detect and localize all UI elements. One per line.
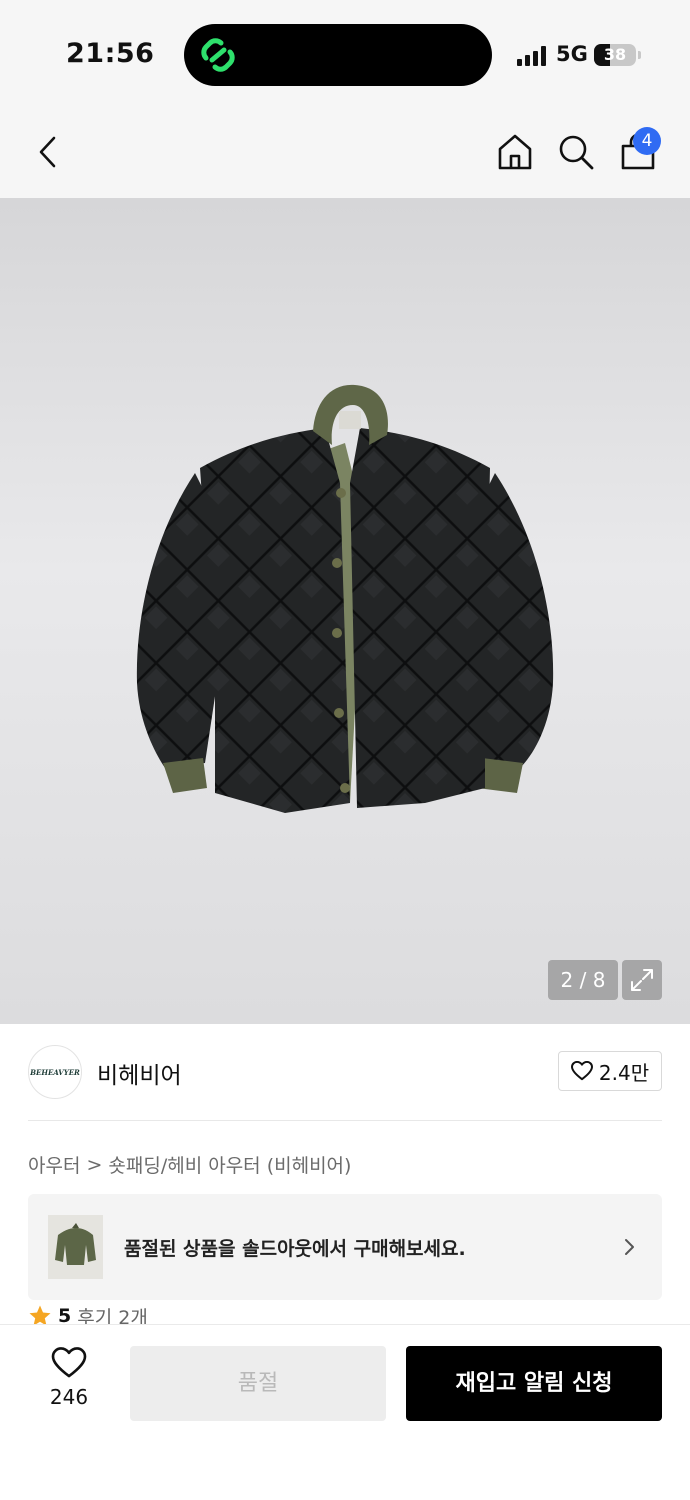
top-navigation xyxy=(0,110,690,198)
banner-text: 품절된 상품을 솔드아웃에서 구매해보세요. xyxy=(124,1238,466,1260)
signal-icon xyxy=(517,46,546,66)
breadcrumb: 아우터 > 숏패딩/헤비 아우터 (비헤비어) xyxy=(28,1151,351,1178)
heart-icon xyxy=(570,1061,593,1081)
heart-outline-icon xyxy=(51,1347,87,1378)
battery-percent: 38 xyxy=(603,45,627,64)
brand-name[interactable]: 비헤비어 xyxy=(97,1056,182,1090)
soldout-banner[interactable]: 품절된 상품을 솔드아웃에서 구매해보세요. xyxy=(28,1194,662,1300)
cart-count-badge: 4 xyxy=(633,127,661,155)
brand-logo[interactable]: BEHEAVYER xyxy=(28,1045,82,1099)
banner-product-thumbnail xyxy=(48,1215,103,1279)
wishlist-button[interactable]: 246 xyxy=(38,1347,100,1419)
chevron-right-icon xyxy=(625,1239,634,1255)
breadcrumb-item-outer[interactable]: 아우터 xyxy=(28,1151,80,1178)
network-type: 5G xyxy=(556,42,588,66)
back-icon xyxy=(39,136,56,168)
breadcrumb-separator: > xyxy=(86,1153,103,1176)
product-image xyxy=(136,384,554,813)
home-icon xyxy=(498,134,532,170)
battery-cap xyxy=(638,51,641,59)
breadcrumb-item-category[interactable]: 숏패딩/헤비 아우터 (비헤비어) xyxy=(108,1151,351,1178)
link-app-icon xyxy=(201,38,235,72)
expand-icon xyxy=(631,969,653,991)
status-bar: 21:56 5G 38 xyxy=(0,0,690,110)
status-time: 21:56 xyxy=(66,38,155,69)
divider xyxy=(28,1120,662,1121)
back-button[interactable] xyxy=(26,130,70,174)
brand-like-count: 2.4만 xyxy=(598,1060,650,1085)
brand-logo-text: BEHEAVYER xyxy=(30,1067,80,1077)
expand-image-button[interactable] xyxy=(622,960,662,1000)
battery-icon: 38 xyxy=(594,44,636,66)
soldout-button[interactable]: 품절 xyxy=(130,1346,386,1421)
wishlist-count: 246 xyxy=(49,1385,89,1409)
restock-alert-button[interactable]: 재입고 알림 신청 xyxy=(406,1346,662,1421)
search-button[interactable] xyxy=(554,130,598,174)
brand-like-button[interactable]: 2.4만 xyxy=(558,1051,662,1091)
image-page-indicator: 2 / 8 xyxy=(548,960,618,1000)
home-button[interactable] xyxy=(493,130,537,174)
bottom-action-bar: 246 품절 재입고 알림 신청 xyxy=(0,1324,690,1500)
product-image-gallery[interactable]: 2 / 8 xyxy=(0,198,690,1024)
dynamic-island xyxy=(184,24,492,86)
search-icon xyxy=(559,135,594,170)
